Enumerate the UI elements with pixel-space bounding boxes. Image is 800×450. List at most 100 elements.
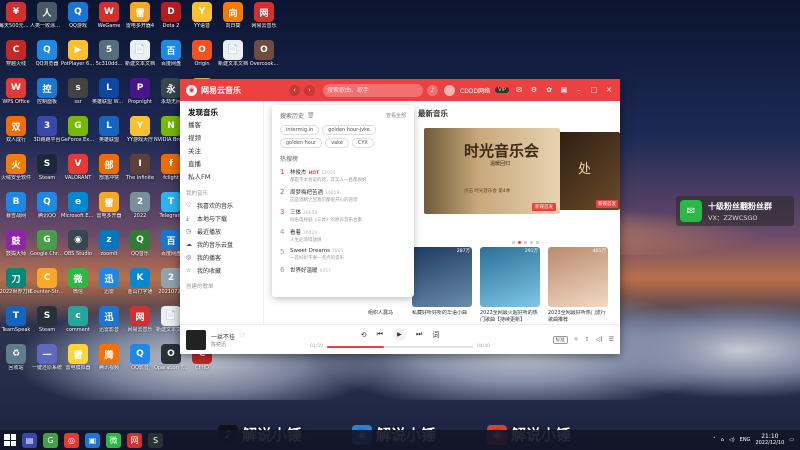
desktop-icon[interactable]: D Dota 2 — [155, 2, 187, 39]
skin-icon[interactable]: ✿ — [544, 86, 554, 94]
trash-icon[interactable]: 🗑 — [307, 112, 315, 119]
desktop-icon[interactable]: ◉ OBS Studio — [62, 230, 94, 267]
carousel-dot[interactable] — [524, 241, 527, 244]
main-banner[interactable]: 时光音乐会 温暖回归 点击 时光音乐会 第4季 新碟首发 — [424, 128, 560, 214]
avatar[interactable] — [444, 84, 456, 96]
loop-mode-icon[interactable]: ⟲ — [361, 331, 367, 339]
desktop-icon[interactable]: P Propnight — [124, 78, 156, 115]
sidebar-item-video[interactable]: 视频 — [186, 132, 263, 145]
desktop-icon[interactable]: s ssr — [62, 78, 94, 115]
desktop-icon[interactable]: 3 3D跑跑平台 — [31, 116, 63, 153]
new-music-title[interactable]: 最新音乐 — [418, 108, 448, 119]
desktop-icon[interactable]: L 英雄联盟 — [93, 116, 125, 153]
desktop-icon[interactable]: 向向日葵 — [217, 2, 249, 39]
desktop-icon[interactable]: Q QQ音乐 — [124, 230, 156, 267]
desktop-icon[interactable]: W WPS Office — [0, 78, 32, 115]
desktop-icon[interactable]: 刀 2022世界刀锋 — [0, 268, 32, 305]
mail-icon[interactable]: ✉ — [514, 86, 524, 94]
minimize-icon[interactable]: – — [574, 86, 584, 94]
playlist-cover[interactable]: 291万 — [480, 247, 540, 307]
share-icon[interactable]: ⇪ — [585, 336, 590, 343]
volume-icon[interactable]: ◁) — [596, 336, 603, 343]
desktop-icon[interactable]: K 金山打字通 — [124, 268, 156, 305]
close-icon[interactable]: ✕ — [604, 86, 614, 94]
playlist-title[interactable]: 2023全网最好听热门流行歌曲推荐 — [548, 310, 608, 323]
desktop-icon[interactable]: B 暴雪战网 — [0, 192, 32, 229]
desktop-icon[interactable]: 网网易云音乐 — [248, 2, 280, 39]
playlist-caption-left[interactable]: 组织人露马 — [368, 310, 414, 317]
clock[interactable]: 21:10 2022/12/10 — [755, 434, 784, 447]
desktop-icon[interactable]: T TeamSpeak — [0, 306, 32, 343]
desktop-icon[interactable]: 雷雷电模拟器 — [62, 344, 94, 381]
progress-bar[interactable] — [326, 345, 474, 348]
side-banner[interactable]: 处 新碟首发 — [552, 132, 620, 210]
desktop-icon[interactable]: 📄 新建文本文档 — [124, 40, 156, 77]
album-cover[interactable] — [186, 329, 206, 350]
desktop-icon[interactable]: 📄 新建文本文档 — [217, 40, 249, 77]
banner-carousel[interactable]: 处 新碟首发 时光音乐会 温暖回归 点击 时光音乐会 第4季 新碟首发 — [424, 128, 620, 214]
carousel-dot[interactable] — [518, 241, 521, 244]
taskbar-app-icon[interactable]: 网 — [127, 432, 142, 448]
desktop-icon[interactable]: Q 腾讯QQ — [31, 192, 63, 229]
playlist-title[interactable]: 2022全网最火超好听的热门歌曲【持续更新】 — [480, 310, 540, 323]
taskbar-app-icon[interactable]: S — [148, 432, 163, 448]
desktop-icon[interactable]: 迅迅雷影音 — [93, 306, 125, 343]
search-history-chip[interactable]: CYX — [351, 138, 374, 148]
carousel-dot[interactable] — [530, 241, 533, 244]
song-artist[interactable]: 陈奕迅 — [211, 341, 235, 348]
search-history-chip[interactable]: golden hour-jvke — [322, 125, 376, 135]
sidebar-my-music-item[interactable]: ♡ 我喜欢的音乐 — [186, 199, 263, 212]
desktop-icon[interactable]: C 穿越火线 — [0, 40, 32, 77]
sidebar-item-follow[interactable]: 关注 — [186, 145, 263, 158]
song-title[interactable]: 一丝不挂 — [211, 332, 235, 341]
playlist-card[interactable]: 291万 2022全网最火超好听的热门歌曲【持续更新】 — [480, 247, 540, 323]
mic-icon[interactable]: ♪ — [427, 84, 438, 96]
desktop-icon[interactable]: Q QQ游戏 — [62, 2, 94, 39]
desktop-icon[interactable]: Y YY语音 — [186, 2, 218, 39]
taskbar-app-icon[interactable]: ◎ — [64, 432, 79, 448]
sidebar-item-fm[interactable]: 私人FM — [186, 171, 263, 184]
maximize-icon[interactable]: □ — [589, 86, 599, 94]
desktop-icon[interactable]: O Origin — [186, 40, 218, 77]
desktop-icon[interactable]: S Steam — [31, 306, 63, 343]
wechat-popup[interactable]: ✉ 十级粉丝翻粉丝群 VX：ZZWCSGO — [676, 196, 794, 226]
desktop-icon[interactable]: z zoomIt — [93, 230, 125, 267]
desktop-icon[interactable]: GGeForce Experience — [61, 116, 95, 153]
notification-icon[interactable]: ▭ — [789, 437, 794, 443]
sidebar-my-music-item[interactable]: ☁ 我的音乐云盘 — [186, 238, 263, 251]
desktop-icon[interactable]: 人人类一败涂地 Human Fa... — [30, 2, 64, 39]
desktop-icon[interactable]: ▶PotPlayer 64 bit — [61, 40, 95, 77]
input-language[interactable]: ENG — [740, 437, 751, 443]
search-history-chip[interactable]: golden hour — [280, 138, 323, 148]
taskbar-app-icon[interactable]: ▤ — [22, 432, 37, 448]
sidebar-my-music-item[interactable]: ◎ 我的播客 — [186, 251, 263, 264]
hot-search-item[interactable]: 3 三体 26650 同名电视剧《三体》的原声音乐合集 — [280, 208, 406, 223]
desktop-icon[interactable]: GGoogle Chrome — [30, 230, 64, 267]
search-history-chip[interactable]: intermig.in — [280, 125, 320, 135]
desktop-icon[interactable]: I The Infinite — [124, 154, 156, 191]
desktop-icon[interactable]: Q QQ浏览器 — [31, 40, 63, 77]
playlist-icon[interactable]: ☰ — [609, 336, 614, 343]
desktop-icon[interactable]: 火火绒安全软件 — [0, 154, 32, 191]
effects-icon[interactable]: ✧ — [574, 336, 579, 343]
desktop-icon[interactable]: 百百度网盘 — [155, 40, 187, 77]
desktop-icon[interactable]: 双双人成行 — [0, 116, 32, 153]
desktop-icon[interactable]: Q QQ影音 — [124, 344, 156, 381]
sidebar-my-music-item[interactable]: ⤓ 本地与下载 — [186, 212, 263, 225]
desktop-icon[interactable]: 微微信 — [62, 268, 94, 305]
search-history-chip[interactable]: vake — [325, 138, 349, 148]
desktop-icon[interactable]: 2 2022 — [124, 192, 156, 229]
sidebar-item-podcast[interactable]: 播客 — [186, 119, 263, 132]
desktop-icon[interactable]: 雷雷电多开器4 — [124, 2, 156, 39]
desktop-icon[interactable]: V VALORANT — [62, 154, 94, 191]
carousel-dot[interactable] — [512, 241, 515, 244]
gear-icon[interactable]: ⚙ — [529, 86, 539, 94]
desktop-icon[interactable]: 鼓鼓捣大师 — [0, 230, 32, 267]
taskbar-app-icon[interactable]: 微 — [106, 432, 121, 448]
tray-chevron-icon[interactable]: ˄ — [713, 437, 716, 443]
windows-start-icon[interactable] — [4, 434, 16, 446]
vip-badge[interactable]: VIP — [495, 87, 509, 93]
netease-music-window[interactable]: ◉ 网易云音乐 ‹ › ♪ CDDD网络 VIP ✉ ⚙ ✿ ▣ – □ ✕ 发… — [180, 79, 620, 354]
volume-tray-icon[interactable]: ◁) — [729, 437, 735, 443]
desktop-icon[interactable]: 迅迅雷 — [93, 268, 125, 305]
